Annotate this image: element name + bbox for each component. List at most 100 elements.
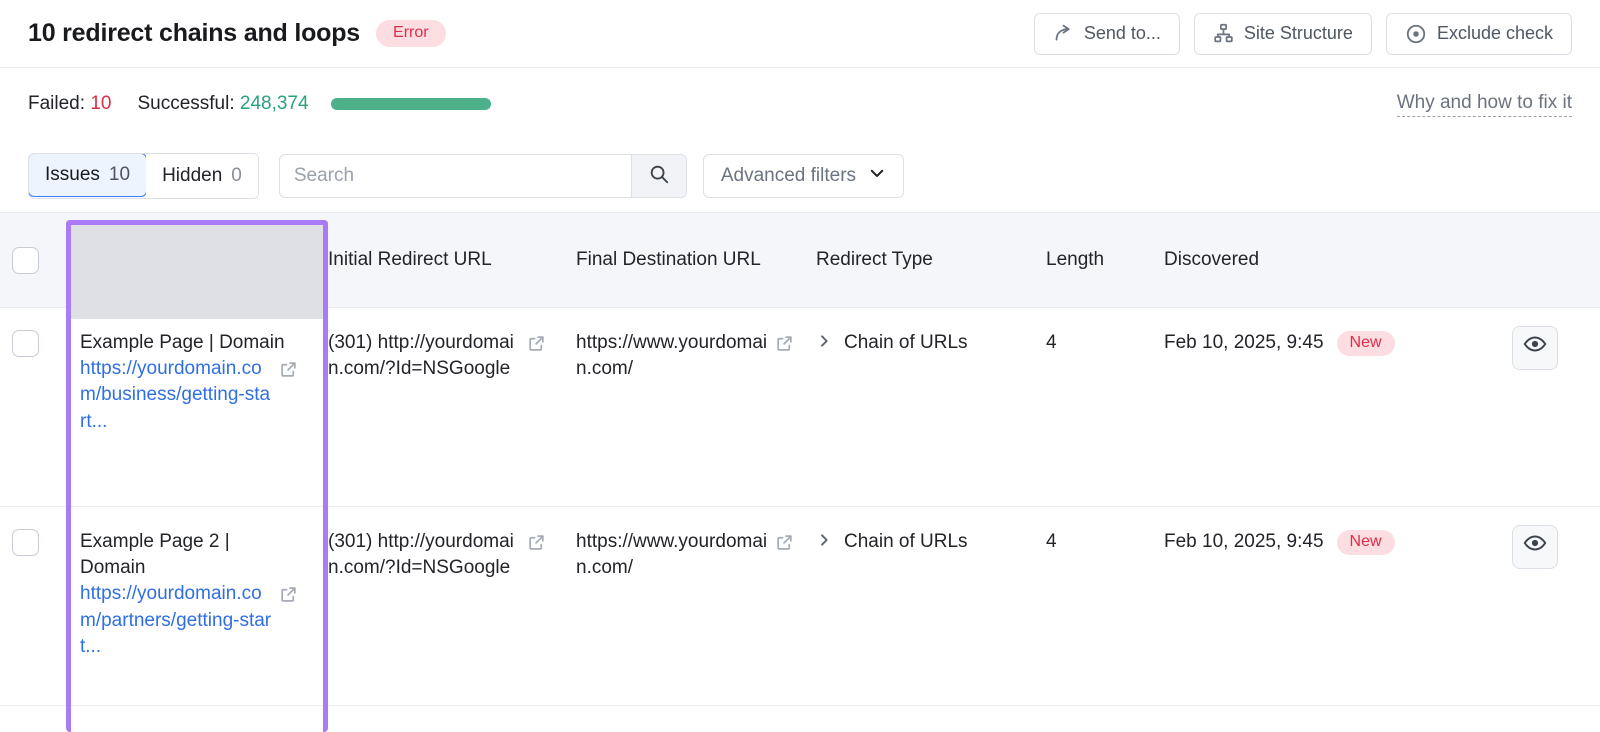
- tab-issues-count: 10: [108, 164, 131, 185]
- final-destination-link[interactable]: https://www.yourdomain.com/: [576, 330, 794, 382]
- exclude-check-label: Exclude check: [1436, 23, 1553, 43]
- external-link-icon: [775, 533, 794, 560]
- row-select-cell: [0, 507, 62, 705]
- successful-stat: Successful: 248,374: [137, 93, 308, 115]
- page-url-text: https://yourdomain.com/business/getting-…: [80, 358, 271, 432]
- cell-actions: [1482, 308, 1600, 506]
- cell-page-url: Example Page | Domain https://yourdomain…: [62, 308, 310, 506]
- chevron-down-icon: [868, 164, 886, 188]
- page-url-link[interactable]: https://yourdomain.com/business/getting-…: [80, 356, 298, 435]
- cell-page-url: Example Page 2 | Domain https://yourdoma…: [62, 507, 310, 705]
- initial-redirect-text: (301) http://yourdomain.com/?Id=NSGoogle: [328, 332, 514, 380]
- advanced-filters-label: Advanced filters: [720, 165, 857, 186]
- search-icon: [648, 163, 670, 190]
- page-title: 10 redirect chains and loops: [28, 19, 361, 47]
- cell-final-destination-url: https://www.yourdomain.com/: [558, 308, 806, 506]
- cell-final-destination-url: https://www.yourdomain.com/: [558, 507, 806, 705]
- column-header-actions: [1482, 213, 1600, 307]
- new-badge: New: [1336, 529, 1395, 555]
- cell-initial-redirect-url: (301) http://yourdomain.com/?Id=NSGoogle: [310, 308, 558, 506]
- status-badge: Error: [376, 20, 446, 47]
- column-header-discovered[interactable]: Discovered: [1152, 213, 1482, 307]
- issues-hidden-toggle: Issues 10 Hidden 0: [28, 153, 259, 199]
- discovered-date: Feb 10, 2025, 9:45: [1164, 531, 1324, 552]
- tab-issues[interactable]: Issues 10: [28, 154, 148, 197]
- table-row: Example Page 2 | Domain https://yourdoma…: [0, 507, 1600, 706]
- new-badge: New: [1336, 330, 1395, 356]
- issues-table: Page URL with Redirect Link Initial Redi…: [0, 212, 1600, 706]
- eye-target-icon: [1405, 23, 1427, 45]
- page-url-link[interactable]: https://yourdomain.com/partners/getting-…: [80, 581, 298, 660]
- stats-row: Failed: 10 Successful: 248,374 Why and h…: [0, 68, 1600, 140]
- cell-redirect-type: Chain of URLs: [806, 308, 1034, 506]
- column-header-final-destination-url[interactable]: Final Destination URL: [558, 213, 806, 307]
- initial-redirect-text: (301) http://yourdomain.com/?Id=NSGoogle: [328, 531, 514, 579]
- send-to-label: Send to...: [1083, 23, 1161, 43]
- column-header-page-url-label: Page URL with Redirect Link: [80, 236, 207, 283]
- table-header-row: Page URL with Redirect Link Initial Redi…: [0, 212, 1600, 308]
- select-all-checkbox[interactable]: [11, 246, 39, 274]
- page-url-text: https://yourdomain.com/partners/getting-…: [80, 583, 272, 657]
- tab-issues-label: Issues: [45, 164, 100, 185]
- cell-discovered: Feb 10, 2025, 9:45 New: [1152, 308, 1482, 506]
- column-header-redirect-type[interactable]: Redirect Type: [806, 213, 1034, 307]
- external-link-icon: [775, 334, 794, 361]
- cell-discovered: Feb 10, 2025, 9:45 New: [1152, 507, 1482, 705]
- row-checkbox[interactable]: [11, 330, 39, 357]
- successful-label: Successful:: [137, 93, 235, 114]
- cell-actions: [1482, 507, 1600, 705]
- site-structure-button[interactable]: Site Structure: [1193, 12, 1372, 55]
- failed-stat: Failed: 10: [28, 93, 111, 115]
- sort-icon[interactable]: [260, 245, 282, 275]
- failed-value: 10: [90, 93, 112, 114]
- page-title-text: Example Page | Domain: [80, 332, 285, 353]
- initial-redirect-link[interactable]: (301) http://yourdomain.com/?Id=NSGoogle: [328, 529, 546, 581]
- cell-length: 4: [1046, 332, 1057, 353]
- tab-hidden-label: Hidden: [162, 165, 223, 186]
- external-link-icon: [279, 360, 298, 387]
- site-structure-label: Site Structure: [1243, 23, 1353, 43]
- redirect-type-text: Chain of URLs: [844, 531, 968, 552]
- share-arrow-icon: [1053, 23, 1074, 44]
- discovered-date: Feb 10, 2025, 9:45: [1164, 332, 1324, 353]
- tab-hidden-count: 0: [231, 165, 242, 186]
- table-row: Example Page | Domain https://yourdomain…: [0, 308, 1600, 507]
- final-destination-text: https://www.yourdomain.com/: [576, 531, 768, 579]
- hide-issue-button[interactable]: [1512, 525, 1558, 569]
- column-header-initial-redirect-url[interactable]: Initial Redirect URL: [310, 213, 558, 307]
- cell-length: 4: [1046, 531, 1057, 552]
- final-destination-text: https://www.yourdomain.com/: [576, 332, 768, 380]
- chevron-right-icon[interactable]: [816, 330, 832, 360]
- filter-row: Issues 10 Hidden 0 Advanced filters: [0, 140, 1600, 212]
- success-progress-bar: [330, 98, 491, 110]
- site-structure-icon: [1213, 23, 1234, 44]
- advanced-filters-dropdown[interactable]: Advanced filters: [702, 154, 905, 198]
- cell-initial-redirect-url: (301) http://yourdomain.com/?Id=NSGoogle: [310, 507, 558, 705]
- external-link-icon: [527, 533, 546, 560]
- search-input[interactable]: [279, 155, 631, 197]
- page-title-text: Example Page 2 | Domain: [80, 531, 230, 579]
- final-destination-link[interactable]: https://www.yourdomain.com/: [576, 529, 794, 581]
- cell-redirect-type: Chain of URLs: [806, 507, 1034, 705]
- column-header-page-url[interactable]: Page URL with Redirect Link: [62, 213, 310, 307]
- redirect-type-text: Chain of URLs: [844, 332, 968, 353]
- tab-hidden[interactable]: Hidden 0: [146, 154, 258, 198]
- chevron-right-icon[interactable]: [816, 529, 832, 559]
- eye-icon: [1523, 332, 1547, 364]
- eye-icon: [1523, 531, 1547, 563]
- hide-issue-button[interactable]: [1512, 326, 1558, 370]
- select-all-cell: [0, 213, 62, 307]
- external-link-icon: [279, 585, 298, 612]
- external-link-icon: [527, 334, 546, 361]
- search-button[interactable]: [630, 155, 686, 197]
- page-header: 10 redirect chains and loops Error Send …: [0, 0, 1600, 68]
- exclude-check-button[interactable]: Exclude check: [1385, 12, 1572, 55]
- initial-redirect-link[interactable]: (301) http://yourdomain.com/?Id=NSGoogle: [328, 330, 546, 382]
- column-header-length[interactable]: Length: [1034, 213, 1152, 307]
- why-and-how-to-fix-it-link[interactable]: Why and how to fix it: [1396, 92, 1572, 117]
- failed-label: Failed:: [28, 93, 86, 114]
- send-to-button[interactable]: Send to...: [1033, 12, 1180, 55]
- successful-value: 248,374: [239, 93, 309, 114]
- row-checkbox[interactable]: [11, 529, 39, 556]
- row-select-cell: [0, 308, 62, 506]
